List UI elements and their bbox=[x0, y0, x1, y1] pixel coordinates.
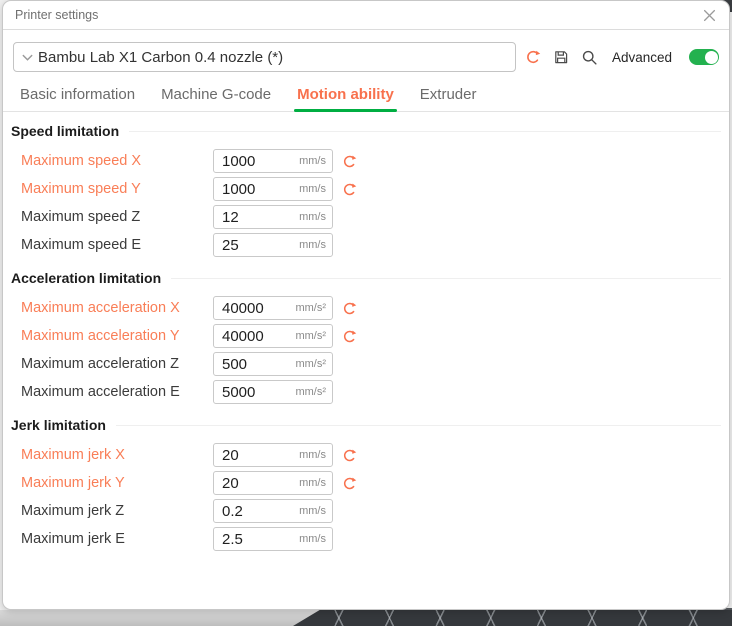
input-maximum-speed-z[interactable] bbox=[214, 209, 290, 226]
unit-label: mm/s² bbox=[295, 386, 326, 398]
unit-label: mm/s bbox=[299, 477, 326, 489]
preset-actions: Advanced bbox=[525, 49, 719, 66]
unit-label: mm/s bbox=[299, 183, 326, 195]
unit-label: mm/s bbox=[299, 239, 326, 251]
tab-machine-g-code[interactable]: Machine G-code bbox=[161, 83, 271, 111]
reset-icon bbox=[342, 448, 357, 463]
build-plate bbox=[293, 608, 732, 626]
section-acceleration-limitation: Acceleration limitation Maximum accelera… bbox=[11, 270, 721, 406]
reset-button-maximum-acceleration-x[interactable] bbox=[341, 300, 357, 316]
unit-label: mm/s² bbox=[295, 330, 326, 342]
input-maximum-acceleration-y[interactable] bbox=[214, 328, 290, 345]
setting-row: Maximum acceleration X mm/s² bbox=[11, 294, 721, 322]
setting-row: Maximum acceleration E mm/s² bbox=[11, 378, 721, 406]
save-preset-button[interactable] bbox=[553, 49, 570, 66]
reset-icon bbox=[342, 329, 357, 344]
setting-row: Maximum speed E mm/s bbox=[11, 231, 721, 259]
printer-settings-dialog: Printer settings Bambu Lab X1 Carbon 0.4… bbox=[2, 0, 730, 610]
section-title: Speed limitation bbox=[11, 123, 119, 139]
chevron-down-icon bbox=[22, 54, 33, 61]
unit-label: mm/s bbox=[299, 449, 326, 461]
printer-preset-select[interactable]: Bambu Lab X1 Carbon 0.4 nozzle (*) bbox=[13, 42, 516, 72]
input-maximum-speed-x[interactable] bbox=[214, 153, 290, 170]
save-icon bbox=[553, 49, 569, 65]
label-maximum-acceleration-y: Maximum acceleration Y bbox=[21, 328, 213, 344]
reset-button-maximum-speed-x[interactable] bbox=[341, 153, 357, 169]
setting-row: Maximum acceleration Y mm/s² bbox=[11, 322, 721, 350]
label-maximum-acceleration-x: Maximum acceleration X bbox=[21, 300, 213, 316]
input-maximum-jerk-z[interactable] bbox=[214, 503, 290, 520]
toggle-knob bbox=[705, 51, 718, 64]
setting-row: Maximum jerk X mm/s bbox=[11, 441, 721, 469]
setting-row: Maximum speed X mm/s bbox=[11, 147, 721, 175]
reset-icon bbox=[525, 49, 541, 65]
section-title: Acceleration limitation bbox=[11, 270, 161, 286]
section-speed-limitation: Speed limitation Maximum speed X mm/s Ma… bbox=[11, 123, 721, 259]
section-title: Jerk limitation bbox=[11, 417, 106, 433]
input-maximum-speed-e[interactable] bbox=[214, 237, 290, 254]
reset-icon bbox=[342, 182, 357, 197]
settings-content: Speed limitation Maximum speed X mm/s Ma… bbox=[3, 112, 729, 609]
unit-label: mm/s² bbox=[295, 302, 326, 314]
setting-row: Maximum jerk Z mm/s bbox=[11, 497, 721, 525]
label-maximum-acceleration-e: Maximum acceleration E bbox=[21, 384, 213, 400]
window-title: Printer settings bbox=[15, 8, 98, 22]
unit-label: mm/s bbox=[299, 155, 326, 167]
input-maximum-jerk-x[interactable] bbox=[214, 447, 290, 464]
input-maximum-jerk-y[interactable] bbox=[214, 475, 290, 492]
setting-row: Maximum jerk Y mm/s bbox=[11, 469, 721, 497]
reset-button-maximum-acceleration-y[interactable] bbox=[341, 328, 357, 344]
reset-button-maximum-jerk-y[interactable] bbox=[341, 475, 357, 491]
section-divider bbox=[129, 131, 721, 132]
section-divider bbox=[171, 278, 721, 279]
reset-button-maximum-speed-y[interactable] bbox=[341, 181, 357, 197]
tab-basic-information[interactable]: Basic information bbox=[20, 83, 135, 111]
section-divider bbox=[116, 425, 721, 426]
unit-label: mm/s bbox=[299, 211, 326, 223]
unit-label: mm/s bbox=[299, 505, 326, 517]
search-icon bbox=[581, 49, 598, 66]
setting-row: Maximum speed Z mm/s bbox=[11, 203, 721, 231]
unit-label: mm/s bbox=[299, 533, 326, 545]
reset-preset-button[interactable] bbox=[525, 49, 542, 66]
setting-row: Maximum speed Y mm/s bbox=[11, 175, 721, 203]
label-maximum-speed-e: Maximum speed E bbox=[21, 237, 213, 253]
input-maximum-jerk-e[interactable] bbox=[214, 531, 290, 548]
reset-icon bbox=[342, 301, 357, 316]
close-button[interactable] bbox=[699, 5, 719, 25]
reset-button-maximum-jerk-x[interactable] bbox=[341, 447, 357, 463]
preset-name: Bambu Lab X1 Carbon 0.4 nozzle (*) bbox=[38, 49, 283, 66]
tab-bar: Basic information Machine G-code Motion ab… bbox=[3, 83, 729, 112]
label-maximum-jerk-y: Maximum jerk Y bbox=[21, 475, 213, 491]
label-maximum-jerk-e: Maximum jerk E bbox=[21, 531, 213, 547]
label-maximum-speed-z: Maximum speed Z bbox=[21, 209, 213, 225]
reset-icon bbox=[342, 154, 357, 169]
advanced-label: Advanced bbox=[612, 50, 672, 65]
unit-label: mm/s² bbox=[295, 358, 326, 370]
preset-bar: Bambu Lab X1 Carbon 0.4 nozzle (*) bbox=[13, 42, 719, 72]
tab-extruder[interactable]: Extruder bbox=[420, 83, 477, 111]
input-maximum-acceleration-z[interactable] bbox=[214, 356, 290, 373]
setting-row: Maximum acceleration Z mm/s² bbox=[11, 350, 721, 378]
dialog-titlebar: Printer settings bbox=[3, 1, 729, 30]
label-maximum-jerk-x: Maximum jerk X bbox=[21, 447, 213, 463]
input-maximum-acceleration-e[interactable] bbox=[214, 384, 290, 401]
label-maximum-speed-x: Maximum speed X bbox=[21, 153, 213, 169]
setting-row: Maximum jerk E mm/s bbox=[11, 525, 721, 553]
label-maximum-speed-y: Maximum speed Y bbox=[21, 181, 213, 197]
section-jerk-limitation: Jerk limitation Maximum jerk X mm/s Maxi… bbox=[11, 417, 721, 553]
label-maximum-jerk-z: Maximum jerk Z bbox=[21, 503, 213, 519]
advanced-toggle[interactable] bbox=[689, 49, 719, 65]
search-settings-button[interactable] bbox=[581, 49, 598, 66]
tab-motion-ability[interactable]: Motion ability bbox=[297, 83, 394, 111]
close-icon bbox=[703, 9, 716, 22]
reset-icon bbox=[342, 476, 357, 491]
input-maximum-acceleration-x[interactable] bbox=[214, 300, 290, 317]
label-maximum-acceleration-z: Maximum acceleration Z bbox=[21, 356, 213, 372]
input-maximum-speed-y[interactable] bbox=[214, 181, 290, 198]
